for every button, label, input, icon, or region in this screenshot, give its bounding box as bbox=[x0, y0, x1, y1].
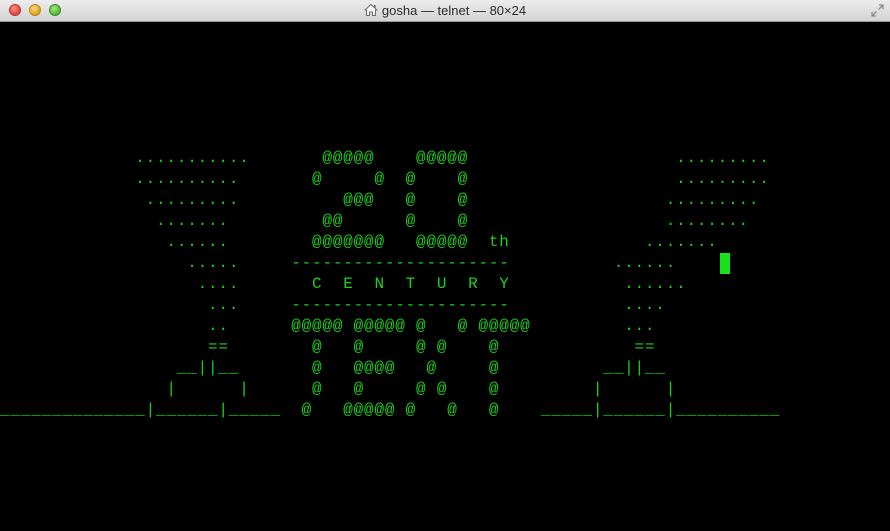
terminal-line: ......... @@@ @ @ ......... bbox=[0, 191, 760, 209]
terminal-line: __||__ @ @@@@ @ @ __||__ bbox=[0, 359, 666, 377]
title-bar[interactable]: gosha — telnet — 80×24 bbox=[0, 0, 890, 22]
window-title: gosha — telnet — 80×24 bbox=[381, 3, 527, 18]
terminal-line: | | @ @ @ @ @ | | bbox=[0, 380, 677, 398]
terminal-screen[interactable]: ........... @@@@@ @@@@@ ......... ......… bbox=[0, 22, 890, 531]
terminal-line: ... --------------------- .... bbox=[0, 296, 666, 314]
terminal-line: ........... @@@@@ @@@@@ ......... bbox=[0, 149, 770, 167]
fullscreen-icon[interactable] bbox=[871, 4, 884, 17]
terminal-cursor bbox=[720, 253, 730, 274]
terminal-window: gosha — telnet — 80×24 ........... @@@@@… bbox=[0, 0, 890, 531]
terminal-line: == @ @ @ @ @ == bbox=[0, 338, 656, 356]
terminal-line: .......... @ @ @ @ ......... bbox=[0, 170, 770, 188]
terminal-line: ...... @@@@@@@ @@@@@ th ....... bbox=[0, 233, 718, 251]
terminal-line: .... C E N T U R Y ...... bbox=[0, 275, 687, 293]
terminal-line: ______________|______|_____ @ @@@@@ @ @ … bbox=[0, 401, 781, 419]
terminal-line: ....... @@ @ @ ........ bbox=[0, 212, 749, 230]
terminal-line: ..... --------------------- ...... bbox=[0, 254, 677, 272]
home-icon bbox=[364, 4, 378, 16]
terminal-line: .. @@@@@ @@@@@ @ @ @@@@@ ... bbox=[0, 317, 656, 335]
window-title-area: gosha — telnet — 80×24 bbox=[0, 0, 890, 22]
